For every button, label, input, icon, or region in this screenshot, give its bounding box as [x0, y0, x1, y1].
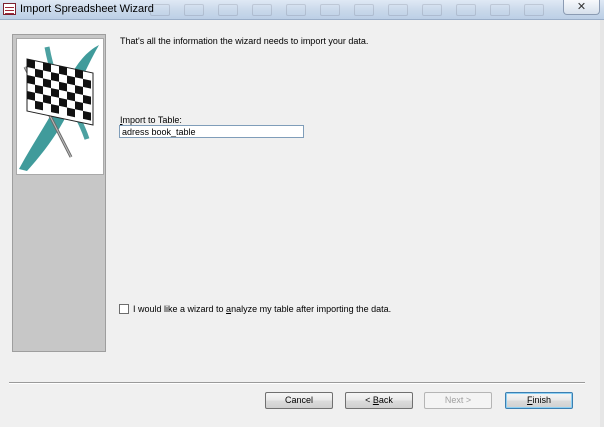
access-app-icon	[3, 3, 16, 15]
window-title: Import Spreadsheet Wizard	[20, 3, 154, 15]
close-icon: ✕	[576, 1, 587, 13]
import-table-name-input[interactable]	[119, 125, 304, 138]
close-button[interactable]: ✕	[563, 0, 600, 15]
background-ribbon-ghost	[150, 0, 570, 19]
import-to-table-label: Import to Table:	[120, 115, 182, 125]
title-bar: Import Spreadsheet Wizard ✕	[0, 0, 604, 20]
analyze-table-checkbox[interactable]	[119, 304, 129, 314]
button-divider	[9, 382, 585, 384]
wizard-intro-text: That's all the information the wizard ne…	[120, 36, 369, 46]
back-button[interactable]: < Back	[345, 392, 413, 409]
wizard-picture-panel	[12, 34, 106, 352]
analyze-table-option[interactable]: I would like a wizard to analyze my tabl…	[119, 303, 391, 315]
analyze-table-label: I would like a wizard to analyze my tabl…	[133, 304, 392, 314]
import-label-text: mport to Table:	[122, 115, 182, 125]
cancel-button[interactable]: Cancel	[265, 392, 333, 409]
window-edge	[600, 20, 604, 427]
finish-button[interactable]: Finish	[505, 392, 573, 409]
checkered-flag-icon	[16, 38, 104, 175]
next-button[interactable]: Next >	[424, 392, 492, 409]
